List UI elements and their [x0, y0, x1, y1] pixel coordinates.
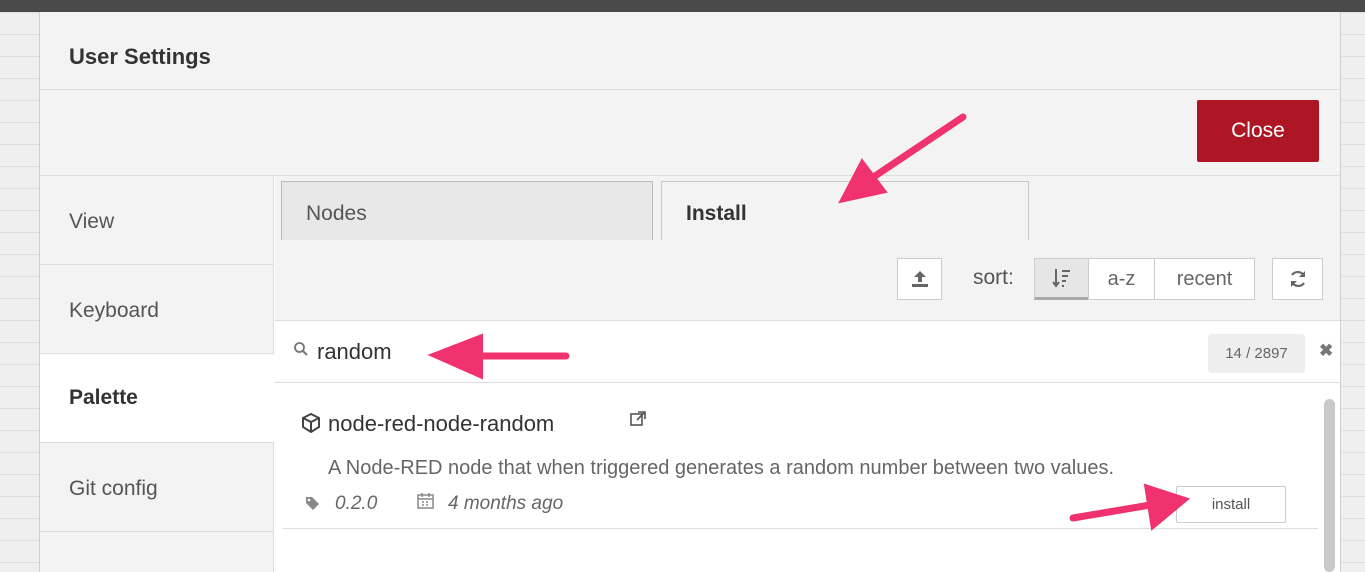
editor-background-left [0, 12, 40, 572]
package-description: A Node-RED node that when triggered gene… [328, 457, 1115, 479]
external-link-icon[interactable] [629, 410, 647, 433]
search-icon [293, 341, 309, 362]
dialog-title: User Settings [69, 44, 211, 69]
upload-button[interactable] [897, 258, 942, 300]
sidebar-item-view[interactable]: View [40, 176, 274, 265]
result-count-badge: 14 / 2897 [1208, 334, 1305, 373]
sort-az-button[interactable]: a-z [1088, 258, 1155, 300]
package-updated: 4 months ago [448, 493, 564, 514]
calendar-icon [417, 492, 434, 514]
sidebar-item-label: View [69, 210, 115, 233]
clear-search-icon[interactable]: ✖ [1319, 341, 1333, 361]
sort-recent-button[interactable]: recent [1154, 258, 1255, 300]
dialog-title-bar: User Settings [40, 12, 1340, 90]
close-button[interactable]: Close [1197, 100, 1319, 162]
install-button[interactable]: install [1176, 486, 1286, 523]
refresh-button[interactable] [1272, 258, 1323, 300]
results-list: node-red-node-random A Node-RED node tha… [275, 383, 1340, 572]
tag-icon [305, 496, 320, 514]
settings-sidebar: View Keyboard Palette Git config [40, 176, 275, 572]
upload-icon [911, 271, 928, 287]
sort-relevance-icon [1051, 269, 1070, 288]
tab-nodes[interactable]: Nodes [281, 181, 653, 240]
sort-label: sort: [973, 266, 1014, 289]
refresh-icon [1290, 270, 1305, 288]
sort-relevance-button[interactable] [1034, 258, 1089, 300]
user-settings-dialog: User Settings Close View Keyboard Palett… [40, 12, 1340, 572]
package-icon [301, 412, 321, 439]
sidebar-item-label: Git config [69, 477, 158, 500]
package-name: node-red-node-random [328, 411, 555, 436]
tab-label: Nodes [306, 202, 367, 225]
palette-panel: Nodes Install sort: a-z recent random 14… [275, 176, 1340, 572]
results-scrollbar[interactable] [1324, 399, 1335, 572]
tab-label: Install [686, 202, 747, 225]
sidebar-item-palette[interactable]: Palette [40, 354, 275, 443]
search-row: 14 / 2897 ✖ [275, 321, 1340, 383]
search-input[interactable] [317, 334, 1017, 370]
dialog-button-bar: Close [40, 90, 1340, 176]
editor-background-right [1340, 12, 1365, 572]
palette-toolbar: sort: a-z recent [275, 240, 1340, 321]
sidebar-item-git-config[interactable]: Git config [40, 443, 274, 532]
sidebar-item-keyboard[interactable]: Keyboard [40, 265, 274, 354]
sidebar-item-label: Palette [69, 386, 138, 409]
package-version: 0.2.0 [335, 493, 378, 514]
sidebar-item-label: Keyboard [69, 299, 159, 322]
tab-install[interactable]: Install [661, 181, 1029, 241]
top-bar [0, 0, 1365, 12]
list-item: node-red-node-random A Node-RED node tha… [283, 383, 1318, 529]
